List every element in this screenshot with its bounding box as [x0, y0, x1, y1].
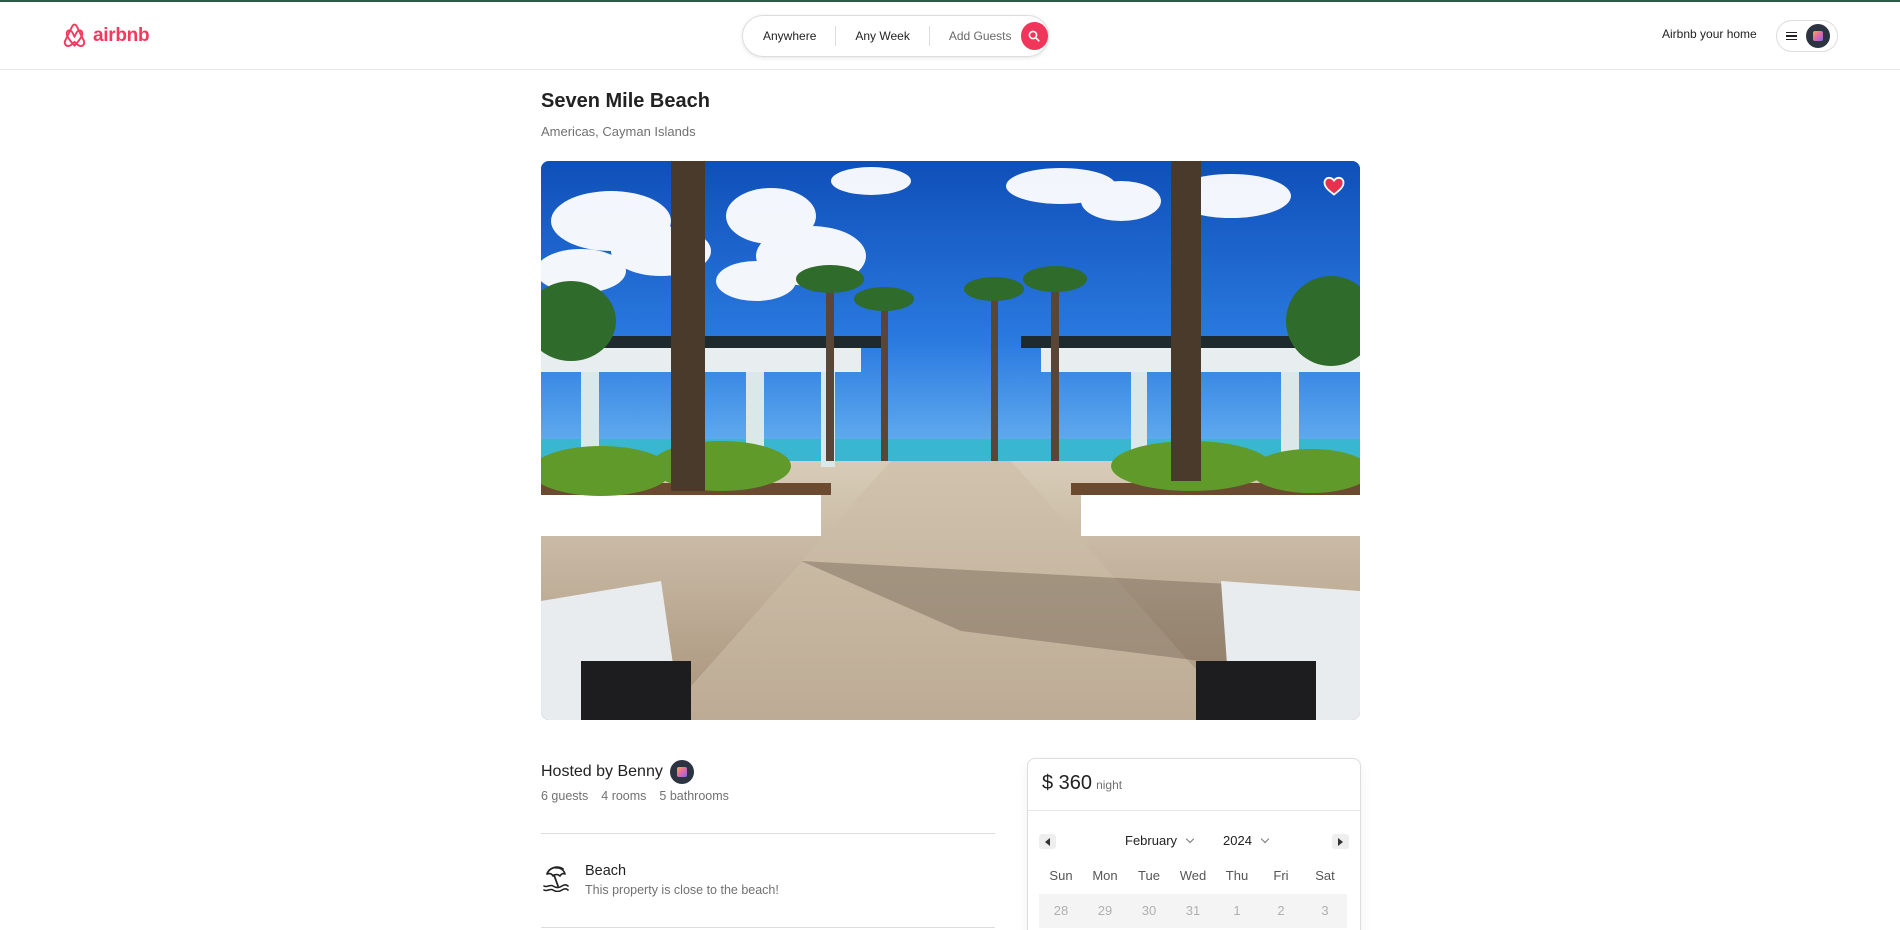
rooms-count: 4 rooms [601, 789, 647, 803]
guests-count: 6 guests [541, 789, 589, 803]
calendar-day-disabled: 28 [1053, 903, 1069, 918]
weekday-label: Sat [1315, 868, 1335, 883]
divider [541, 833, 995, 834]
month-select[interactable]: February [1125, 833, 1195, 848]
search-guests[interactable]: Add Guests [930, 26, 1021, 46]
airbnb-logo-icon [63, 23, 86, 47]
user-avatar [1806, 24, 1830, 48]
hosted-by-label: Hosted by Benny [541, 763, 663, 780]
listing-stats: 6 guests 4 rooms 5 bathrooms [541, 789, 729, 803]
avatar-cube-icon [1813, 31, 1823, 41]
bathrooms-count: 5 bathrooms [659, 789, 729, 803]
feature-item: Beach This property is close to the beac… [541, 862, 779, 897]
search-week[interactable]: Any Week [836, 26, 928, 46]
host-info: Hosted by Benny [541, 760, 694, 784]
weekday-label: Thu [1225, 868, 1249, 883]
divider [541, 927, 995, 928]
calendar-days-row: 28 29 30 31 1 2 3 [1039, 894, 1347, 928]
weekday-label: Wed [1179, 868, 1207, 883]
logo-wordmark: airbnb [93, 24, 150, 46]
feature-description: This property is close to the beach! [585, 883, 779, 897]
search-location[interactable]: Anywhere [743, 26, 835, 46]
listing-photo [541, 161, 1360, 720]
price-row: $ 360 night [1042, 772, 1122, 795]
airbnb-your-home-link[interactable]: Airbnb your home [1662, 27, 1757, 41]
favorite-heart-icon[interactable] [1323, 176, 1345, 196]
avatar-cube-icon [676, 767, 687, 777]
calendar-day-disabled: 30 [1141, 903, 1157, 918]
nightly-price: $ 360 [1042, 772, 1093, 794]
listing-title: Seven Mile Beach [541, 90, 710, 112]
calendar-header: February 2024 [1039, 831, 1349, 851]
search-icon [1028, 30, 1040, 42]
host-avatar [669, 760, 694, 784]
weekday-label: Fri [1273, 868, 1289, 883]
beach-resort-photo [541, 161, 1360, 720]
chevron-down-icon [1260, 834, 1270, 844]
weekday-label: Sun [1049, 868, 1073, 883]
weekday-label: Mon [1092, 868, 1118, 883]
next-month-button[interactable] [1332, 834, 1349, 849]
airbnb-logo[interactable]: airbnb [62, 22, 150, 49]
search-bar[interactable]: Anywhere Any Week Add Guests [742, 15, 1049, 57]
booking-card: $ 360 night February 2024 Sun Mon Tue We… [1027, 758, 1361, 930]
year-value: 2024 [1223, 833, 1252, 848]
feature-text: Beach This property is close to the beac… [585, 862, 779, 897]
calendar-day-disabled: 29 [1097, 903, 1113, 918]
previous-month-button[interactable] [1039, 834, 1056, 849]
feature-title: Beach [585, 863, 627, 879]
search-button[interactable] [1020, 22, 1048, 50]
caret-left-icon [1045, 837, 1050, 846]
hamburger-menu-icon [1786, 31, 1797, 41]
calendar-day-disabled: 2 [1277, 903, 1285, 918]
divider [1028, 810, 1360, 811]
year-select[interactable]: 2024 [1223, 833, 1270, 848]
calendar-day-disabled: 3 [1321, 903, 1329, 918]
weekday-label: Tue [1138, 868, 1160, 883]
month-value: February [1125, 833, 1178, 848]
top-navbar: airbnb Anywhere Any Week Add Guests Airb… [0, 2, 1900, 70]
listing-location: Americas, Cayman Islands [541, 124, 696, 139]
calendar-day-disabled: 1 [1233, 903, 1241, 918]
weekday-header-row: Sun Mon Tue Wed Thu Fri Sat [1039, 868, 1347, 883]
caret-right-icon [1338, 837, 1343, 846]
price-unit: night [1096, 778, 1123, 792]
user-menu-button[interactable] [1776, 20, 1838, 52]
chevron-down-icon [1185, 834, 1195, 844]
calendar-day-disabled: 31 [1185, 903, 1201, 918]
beach-umbrella-icon [543, 866, 569, 892]
